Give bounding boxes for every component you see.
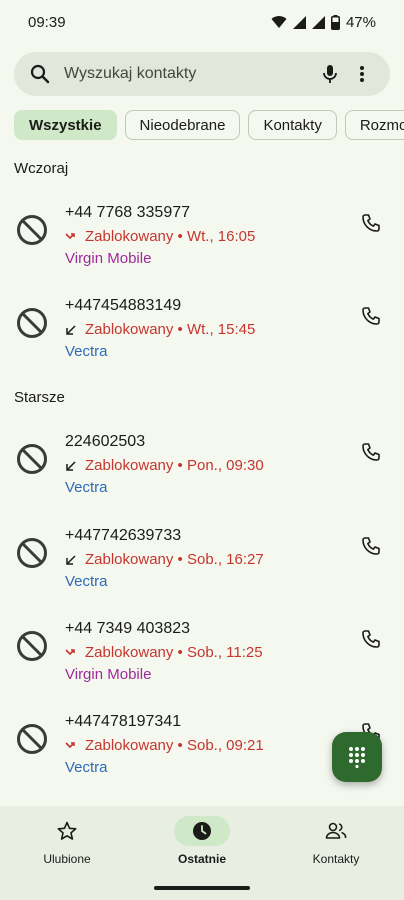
blocked-icon [17, 724, 47, 754]
voice-search-button[interactable] [314, 58, 346, 90]
call-status: Zablokowany • Wt., 15:45 [65, 321, 255, 338]
call-status: Zablokowany • Wt., 16:05 [65, 228, 255, 245]
phone-icon [362, 443, 380, 461]
call-status-text: Zablokowany • Sob., 09:21 [85, 737, 264, 754]
incoming-call-icon [66, 554, 76, 565]
call-carrier: Vectra [65, 479, 108, 496]
call-button[interactable] [358, 439, 384, 465]
status-icons: 47% [271, 14, 376, 31]
status-bar: 09:39 47% [0, 0, 404, 44]
call-status: Zablokowany • Sob., 11:25 [65, 644, 263, 661]
chip-contacts[interactable]: Kontakty [248, 110, 337, 140]
battery-percent: 47% [345, 13, 376, 31]
call-carrier: Vectra [65, 573, 108, 590]
call-button[interactable] [358, 626, 384, 652]
call-button[interactable] [358, 533, 384, 559]
missed-call-icon [65, 232, 75, 239]
call-status: Zablokowany • Pon., 09:30 [65, 457, 264, 474]
nav-icon-container [308, 816, 364, 846]
call-log-item[interactable]: +44 7349 403823 Zablokowany • Sob., 11:2… [0, 620, 404, 700]
call-number: +44 7768 335977 [65, 204, 191, 221]
call-status: Zablokowany • Sob., 09:21 [65, 737, 264, 754]
search-icon [30, 64, 50, 84]
call-log-item[interactable]: +447454883149 Zablokowany • Wt., 15:45 V… [0, 297, 404, 377]
missed-call-icon [65, 741, 75, 748]
incoming-call-icon [66, 460, 76, 471]
call-number: +44 7349 403823 [65, 620, 191, 637]
missed-call-icon [65, 648, 75, 655]
status-time: 09:39 [28, 13, 66, 31]
call-log-item[interactable]: 224602503 Zablokowany • Pon., 09:30 Vect… [0, 433, 404, 513]
call-carrier: Virgin Mobile [65, 250, 152, 267]
call-carrier: Vectra [65, 343, 108, 360]
nav-icon-container [174, 816, 230, 846]
search-bar[interactable]: Wyszukaj kontakty [14, 52, 390, 96]
nav-recents[interactable]: Ostatnie [142, 816, 262, 866]
more-vert-icon [360, 66, 364, 82]
call-status-text: Zablokowany • Wt., 16:05 [85, 228, 256, 245]
battery-icon [330, 14, 340, 30]
call-log-item[interactable]: +447742639733 Zablokowany • Sob., 16:27 … [0, 527, 404, 607]
nav-label: Ulubione [43, 852, 91, 866]
blocked-icon [17, 631, 47, 661]
section-header-yesterday: Wczoraj [14, 160, 69, 177]
nav-icon-container [39, 816, 95, 846]
phone-icon [362, 214, 380, 232]
call-status-text: Zablokowany • Sob., 16:27 [85, 551, 264, 568]
call-status-text: Zablokowany • Wt., 15:45 [85, 321, 256, 338]
filter-chips: Wszystkie Nieodebrane Kontakty Rozmo [14, 110, 404, 140]
call-status: Zablokowany • Sob., 16:27 [65, 551, 264, 568]
call-status-text: Zablokowany • Pon., 09:30 [85, 457, 264, 474]
mic-icon [323, 65, 337, 83]
nav-contacts[interactable]: Kontakty [276, 816, 396, 866]
home-indicator[interactable] [154, 886, 250, 890]
nav-label: Ostatnie [177, 852, 226, 866]
star-icon [57, 821, 77, 840]
search-input[interactable]: Wyszukaj kontakty [64, 65, 314, 83]
dialpad-fab-button[interactable] [332, 732, 382, 782]
call-carrier: Virgin Mobile [65, 666, 152, 683]
signal-icon [311, 15, 325, 29]
more-options-button[interactable] [346, 58, 378, 90]
chip-all[interactable]: Wszystkie [14, 110, 117, 140]
section-header-older: Starsze [14, 389, 65, 406]
call-button[interactable] [358, 210, 384, 236]
call-number: 224602503 [65, 433, 146, 450]
dialpad-icon [349, 747, 365, 768]
call-log-item[interactable]: +44 7768 335977 Zablokowany • Wt., 16:05… [0, 204, 404, 284]
phone-icon [362, 307, 380, 325]
blocked-icon [17, 308, 47, 338]
chip-calls[interactable]: Rozmo [344, 110, 404, 140]
call-number: +447478197341 [65, 713, 182, 730]
incoming-call-icon [66, 324, 76, 335]
call-number: +447742639733 [65, 527, 182, 544]
clock-icon [193, 822, 211, 840]
blocked-icon [17, 444, 47, 474]
call-button[interactable] [358, 303, 384, 329]
call-carrier: Vectra [65, 759, 108, 776]
phone-icon [362, 630, 380, 648]
nav-label: Kontakty [312, 852, 360, 866]
nav-favorites[interactable]: Ulubione [7, 816, 127, 866]
phone-icon [362, 537, 380, 555]
blocked-icon [17, 538, 47, 568]
blocked-icon [17, 215, 47, 245]
chip-missed[interactable]: Nieodebrane [124, 110, 241, 140]
wifi-icon [271, 16, 287, 28]
call-number: +447454883149 [65, 297, 182, 314]
signal-icon [292, 15, 306, 29]
people-icon [325, 822, 347, 839]
call-status-text: Zablokowany • Sob., 11:25 [85, 644, 263, 661]
